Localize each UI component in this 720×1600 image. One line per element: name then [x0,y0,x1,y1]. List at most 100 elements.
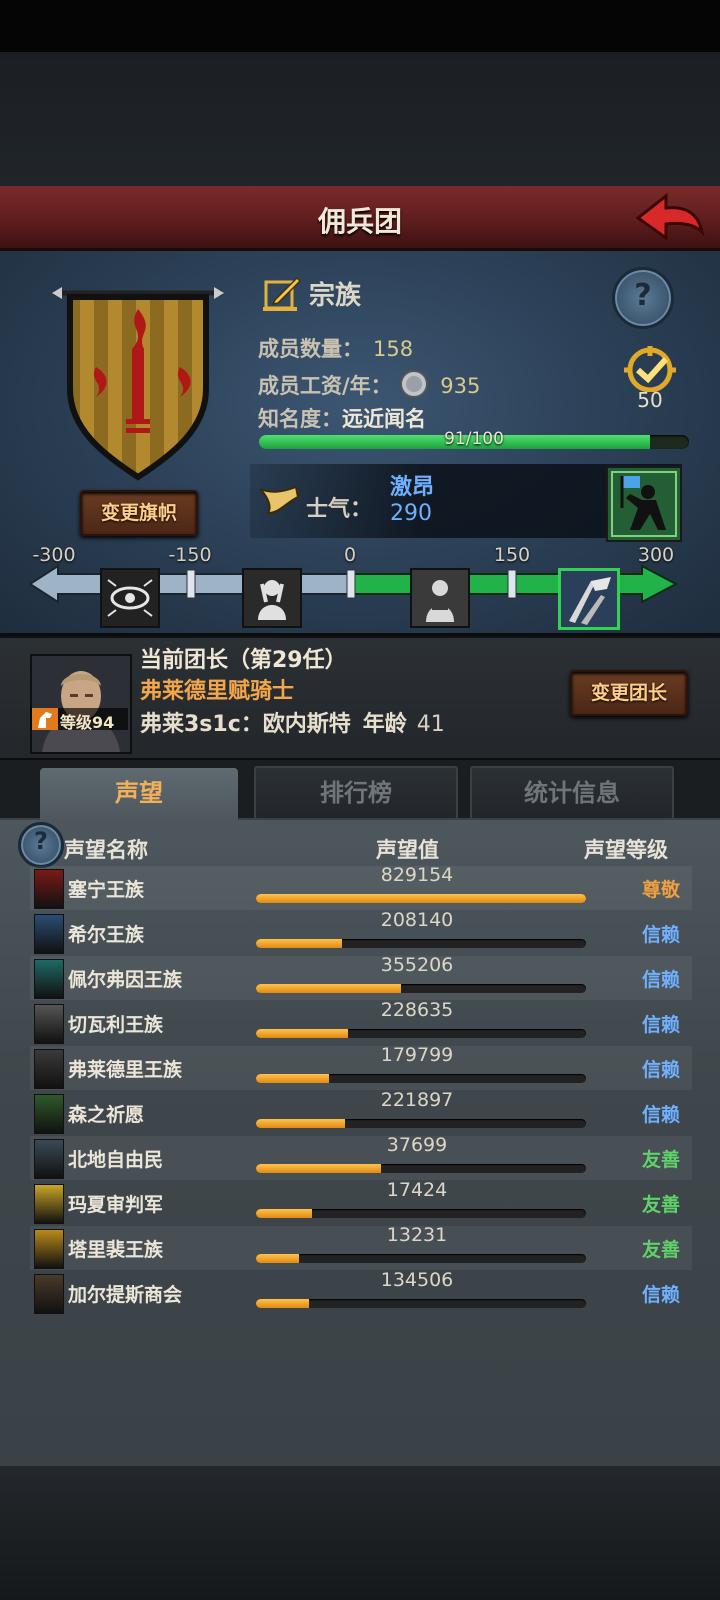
leader-portrait[interactable] [30,654,132,754]
table-row[interactable]: 塔里裴王族 13231 友善 [30,1224,692,1270]
top-background [0,52,720,186]
reputation-value: 208140 [380,909,454,931]
clan-info-panel: 变更旗帜 宗族 成员数量： 158 成员工资/年： 935 知名度：远近闻名 ? [0,251,720,633]
members-stat: 成员数量： 158 [258,333,413,363]
clan-type-label: 宗族 [309,281,362,311]
change-leader-button[interactable]: 变更团长 [570,670,688,716]
scale-tick-150: 150 [493,544,531,566]
tab-ranking[interactable]: 排行榜 [254,766,458,820]
scale-tick-300: 300 [637,544,675,566]
wage-label: 成员工资/年： [258,374,392,398]
reputation-bar-fill [256,1209,313,1218]
table-row[interactable]: 切瓦利王族 228635 信赖 [30,999,692,1045]
scale-tick-0: 0 [343,544,357,566]
faction-name: 弗莱德里王族 [68,1059,183,1081]
header-name: 声望名称 [64,838,148,862]
table-row[interactable]: 玛夏审判军 17424 友善 [30,1179,692,1225]
edit-icon[interactable] [263,276,301,312]
table-row[interactable]: 弗莱德里王族 179799 信赖 [30,1044,692,1090]
excited-mood-icon[interactable] [558,568,620,630]
rating-badge[interactable]: 50 [620,346,680,412]
scale-tick-neg300: -300 [32,544,76,566]
table-row[interactable]: 塞宁王族 829154 尊敬 [30,864,692,910]
despair-mood-icon[interactable] [242,568,302,628]
reputation-value: 179799 [380,1044,454,1066]
reputation-level: 尊敬 [641,879,680,901]
reputation-bar [256,1119,586,1128]
tab-reputation[interactable]: 声望 [40,768,238,820]
faction-name: 切瓦利王族 [68,1014,164,1036]
faction-crest-icon [34,959,64,999]
table-row[interactable]: 佩尔弗因王族 355206 信赖 [30,954,692,1000]
rebellious-mood-icon[interactable] [100,568,160,628]
faction-crest-icon [34,1184,64,1224]
title-bar: 佣兵团 [0,186,720,251]
faction-name: 森之祈愿 [68,1104,145,1126]
leader-level-tag: 等级94 [30,708,128,732]
leader-origin-label: 弗莱3s1c：欧内斯特 [140,712,351,737]
reputation-help-button[interactable]: ? [18,822,64,868]
leader-title: 当前团长（第29任） [140,648,347,673]
reputation-bar [256,984,586,993]
leader-avatar [32,656,130,752]
faction-crest-icon [34,1229,64,1269]
wage-stat: 成员工资/年： 935 [258,369,480,400]
table-row[interactable]: 加尔提斯商会 134506 信赖 [30,1269,692,1315]
reputation-value: 228635 [380,999,454,1021]
reputation-value: 134506 [380,1269,454,1291]
morale-label: 士气： [306,497,373,522]
page-title: 佣兵团 [317,205,402,238]
table-row[interactable]: 希尔王族 208140 信赖 [30,909,692,955]
faction-name: 塞宁王族 [68,879,145,901]
reputation-level: 信赖 [641,1014,680,1036]
faction-crest-icon [34,1139,64,1179]
reputation-bar-fill [256,1254,299,1263]
leader-level: 等级94 [60,713,115,732]
reputation-level: 友善 [641,1194,680,1216]
faction-crest-icon [34,1274,64,1314]
fame-progress-text: 91/100 [444,429,504,449]
tab-statistics[interactable]: 统计信息 [470,766,674,820]
wage-value: 935 [440,374,481,398]
reputation-bar [256,1254,586,1263]
reputation-value: 13231 [386,1224,448,1246]
reputation-level: 信赖 [641,1104,680,1126]
reputation-bar [256,894,586,903]
clan-type-row: 宗族 [263,275,361,312]
reputation-bar-fill [256,984,402,993]
table-row[interactable]: 森之祈愿 221897 信赖 [30,1089,692,1135]
faction-crest-icon [34,1004,64,1044]
rating-value: 50 [637,388,663,412]
morale-value: 290 [390,501,432,526]
clan-banner-icon [52,287,224,481]
reputation-bar-fill [256,894,586,903]
victory-flag-icon[interactable] [606,466,682,542]
back-arrow-button[interactable] [635,192,706,242]
faction-name: 希尔王族 [68,924,145,946]
silver-coin-icon [399,370,428,398]
reputation-bar [256,1299,586,1308]
leader-name: 弗莱德里赋骑士 [140,679,295,704]
status-bar-area [0,0,720,52]
reputation-value: 17424 [386,1179,448,1201]
change-flag-button[interactable]: 变更旗帜 [80,490,198,536]
reputation-bar [256,939,586,948]
reputation-bar-fill [256,1119,346,1128]
reputation-bar-fill [256,939,342,948]
header-value: 声望值 [376,838,439,862]
faction-crest-icon [34,914,64,954]
clan-help-button[interactable]: ? [612,267,674,329]
calm-mood-icon[interactable] [410,568,470,628]
reputation-value: 355206 [380,954,454,976]
members-value: 158 [373,337,414,361]
reputation-value: 221897 [380,1089,454,1111]
reputation-level: 信赖 [641,1059,680,1081]
question-icon: ? [34,827,48,855]
reputation-bar-fill [256,1074,329,1083]
fame-label: 知名度： [258,407,342,431]
morale-state: 激昂 [390,475,435,500]
table-row[interactable]: 北地自由民 37699 友善 [30,1134,692,1180]
bottom-background [0,1466,720,1600]
leader-age-value: 41 [416,712,445,737]
members-label: 成员数量： [258,337,363,361]
